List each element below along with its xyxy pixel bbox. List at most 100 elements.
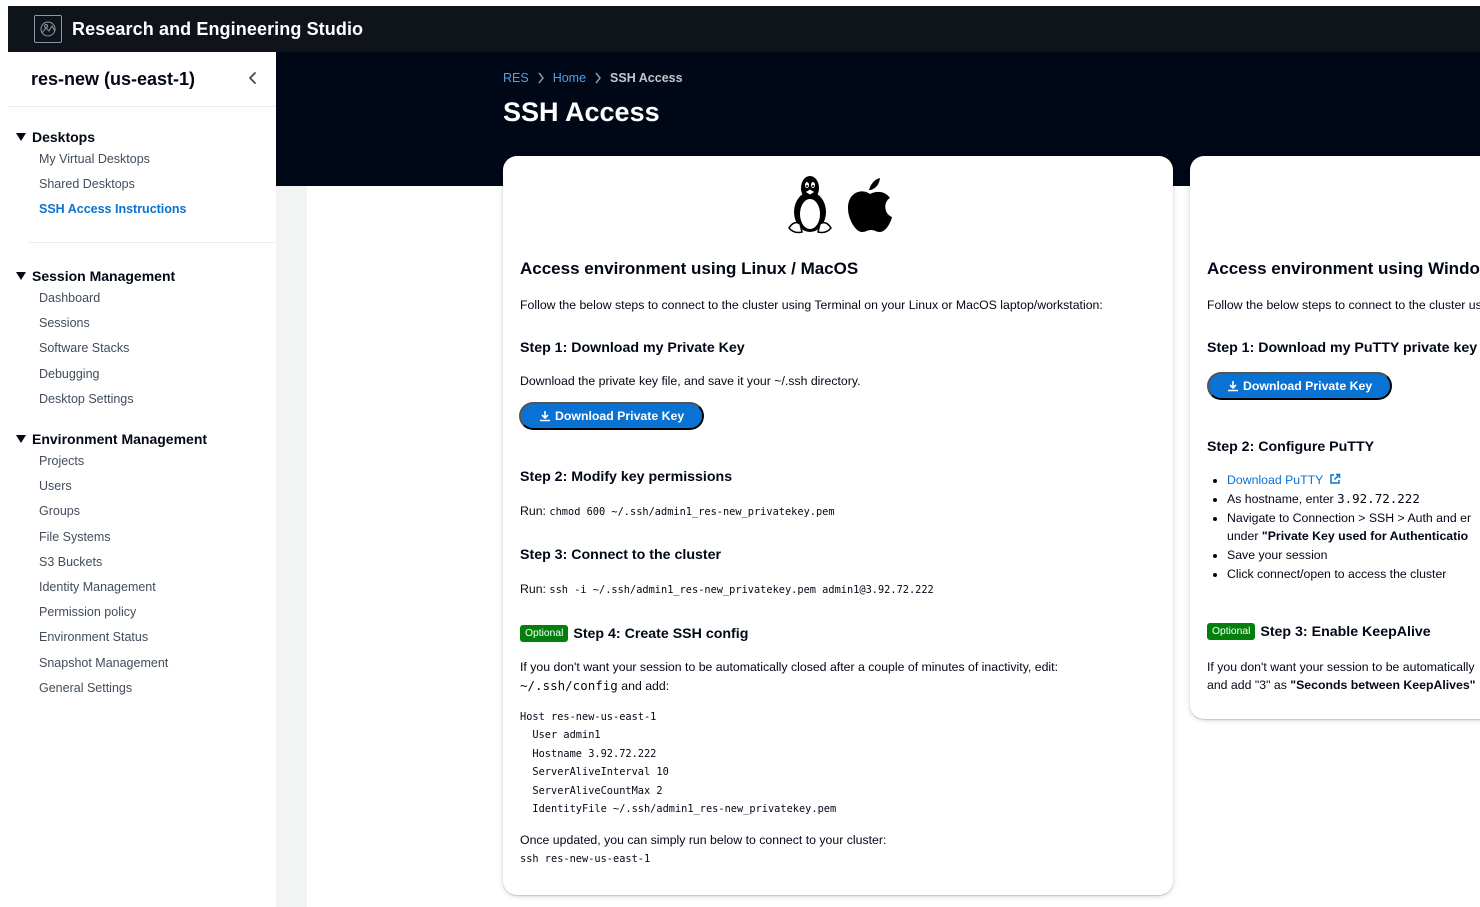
under-bold: "Private Key used for Authenticatio <box>1261 529 1469 544</box>
nav-section-environment-management: Environment Management Projects Users Gr… <box>16 429 266 701</box>
sidebar-item-file-systems[interactable]: File Systems <box>16 525 266 550</box>
linux-step1-title: Step 1: Download my Private Key <box>520 340 745 356</box>
download-button-label: Download Private Key <box>555 409 685 423</box>
linux-step4-title: Optional Step 4: Create SSH config <box>520 625 748 642</box>
step3-title-text: Step 3: Enable KeepAlive <box>1260 623 1431 640</box>
windows-card-intro: Follow the below steps to connect to the… <box>1207 298 1480 312</box>
nav-section-label: Desktops <box>32 129 96 145</box>
download-icon <box>1228 381 1238 392</box>
step4-title-text: Step 4: Create SSH config <box>573 625 749 642</box>
external-link-icon <box>1329 473 1340 484</box>
nav-section-session-management: Session Management Dashboard Sessions So… <box>16 266 266 412</box>
sidebar-header: res-new (us-east-1) <box>8 52 276 107</box>
sidebar-item-sessions[interactable]: Sessions <box>16 311 266 336</box>
ssh-command: ssh -i ~/.ssh/admin1_res-new_privatekey.… <box>549 584 934 596</box>
chevron-right-icon <box>595 72 602 84</box>
keepalive-text: If you don't want your session to be aut… <box>1207 660 1475 674</box>
and-add-text: and add: <box>621 679 670 693</box>
sidebar-item-projects[interactable]: Projects <box>16 449 266 474</box>
linux-step2-command: Run: chmod 600 ~/.ssh/admin1_res-new_pri… <box>520 502 835 521</box>
linux-step4-text: If you don't want your session to be aut… <box>520 660 1059 674</box>
download-private-key-button[interactable]: Download Private Key <box>519 402 705 430</box>
sidebar-item-identity-management[interactable]: Identity Management <box>16 575 266 600</box>
sidebar-item-groups[interactable]: Groups <box>16 499 266 524</box>
linux-step3-title: Step 3: Connect to the cluster <box>520 547 722 563</box>
ssh-config-code-block: Host res-new-us-east-1 User admin1 Hostn… <box>520 708 836 818</box>
list-item: As hostname, enter 3.92.72.222 <box>1227 490 1471 509</box>
keepalive-prefix: and add "3" as <box>1207 678 1287 692</box>
sidebar-item-permission-policy[interactable]: Permission policy <box>16 600 266 625</box>
app-logo-icon[interactable] <box>34 15 62 43</box>
nav-divider <box>29 242 275 243</box>
putty-steps-list: Download PuTTY As hostname, enter 3.92.7… <box>1207 471 1471 584</box>
breadcrumb-current: SSH Access <box>610 71 683 85</box>
chevron-right-icon <box>538 72 544 84</box>
config-line: User admin1 <box>520 729 601 742</box>
sidebar-item-environment-status[interactable]: Environment Status <box>16 625 266 650</box>
linux-card-title: Access environment using Linux / MacOS <box>520 259 859 278</box>
sidebar-item-snapshot-management[interactable]: Snapshot Management <box>16 651 266 676</box>
linux-outro-text: Once updated, you can simply run below t… <box>520 833 887 847</box>
config-line: ServerAliveInterval 10 <box>520 766 669 779</box>
config-line: IdentityFile ~/.ssh/admin1_res-new_priva… <box>520 803 837 816</box>
top-navigation: Research and Engineering Studio <box>8 6 1480 52</box>
download-putty-label: Download PuTTY <box>1227 473 1324 487</box>
linux-macos-card: Access environment using Linux / MacOS F… <box>503 156 1173 895</box>
nav-section-toggle[interactable]: Desktops <box>16 127 266 147</box>
chmod-command: chmod 600 ~/.ssh/admin1_res-new_privatek… <box>549 506 835 518</box>
sidebar-title[interactable]: res-new (us-east-1) <box>31 69 195 90</box>
chevron-left-icon[interactable] <box>245 68 261 88</box>
sidebar-item-desktop-settings[interactable]: Desktop Settings <box>16 387 266 412</box>
download-icon <box>540 411 550 422</box>
sidebar-item-software-stacks[interactable]: Software Stacks <box>16 336 266 361</box>
nav-section-toggle[interactable]: Environment Management <box>16 429 266 449</box>
nav-section-label: Session Management <box>32 268 176 284</box>
caret-down-icon <box>16 272 26 280</box>
list-item: Navigate to Connection > SSH > Auth and … <box>1227 509 1471 547</box>
breadcrumb-res[interactable]: RES <box>503 71 529 85</box>
sidebar-item-general-settings[interactable]: General Settings <box>16 676 266 701</box>
list-item: Download PuTTY <box>1227 471 1471 490</box>
windows-card-title: Access environment using Windo <box>1207 259 1480 278</box>
sidebar-item-ssh-access-instructions[interactable]: SSH Access Instructions <box>16 197 266 222</box>
config-line: Host res-new-us-east-1 <box>520 711 657 723</box>
config-line: Hostname 3.92.72.222 <box>520 747 657 760</box>
download-putty-key-button[interactable]: Download Private Key <box>1207 372 1393 400</box>
linux-step2-title: Step 2: Modify key permissions <box>520 469 733 485</box>
sidebar-item-users[interactable]: Users <box>16 474 266 499</box>
page-title: SSH Access <box>503 97 660 127</box>
linux-step4-path-line: ~/.ssh/config and add: <box>520 677 669 695</box>
sidebar-item-debugging[interactable]: Debugging <box>16 362 266 387</box>
download-button-label: Download Private Key <box>1243 379 1373 393</box>
sidebar-item-shared-desktops[interactable]: Shared Desktops <box>16 172 266 197</box>
under-prefix: under <box>1227 529 1259 544</box>
linux-tux-icon <box>788 176 832 234</box>
ssh-config-path: ~/.ssh/config <box>520 678 618 693</box>
apple-icon <box>848 178 892 232</box>
windows-step1-title: Step 1: Download my PuTTY private key <box>1207 340 1478 356</box>
optional-badge: Optional <box>520 625 569 642</box>
config-line: ServerAliveCountMax 2 <box>520 784 663 797</box>
caret-down-icon <box>16 435 26 443</box>
hostname-value: 3.92.72.222 <box>1337 490 1420 506</box>
sidebar-item-s3-buckets[interactable]: S3 Buckets <box>16 550 266 575</box>
breadcrumb-home[interactable]: Home <box>553 71 586 85</box>
hostname-prefix: As hostname, enter <box>1227 491 1334 506</box>
keepalive-bold: "Seconds between KeepAlives" <box>1290 678 1476 692</box>
list-item: Click connect/open to access the cluster <box>1227 565 1471 584</box>
windows-step3-title: Optional Step 3: Enable KeepAlive <box>1207 623 1431 640</box>
app-title[interactable]: Research and Engineering Studio <box>72 19 363 40</box>
run-label: Run: <box>520 504 546 518</box>
nav-section-desktops: Desktops My Virtual Desktops Shared Desk… <box>16 127 266 223</box>
windows-step2-title: Step 2: Configure PuTTY <box>1207 439 1375 455</box>
download-putty-link[interactable]: Download PuTTY <box>1227 473 1341 487</box>
linux-macos-icons <box>788 176 892 234</box>
ssh-shortcut-command: ssh res-new-us-east-1 <box>520 853 651 865</box>
list-item: Save your session <box>1227 546 1471 565</box>
side-navigation: res-new (us-east-1) Desktops My Virtual … <box>8 52 276 907</box>
nav-section-toggle[interactable]: Session Management <box>16 266 266 286</box>
sidebar-item-dashboard[interactable]: Dashboard <box>16 286 266 311</box>
keepalive-line: and add "3" as "Seconds between KeepAliv… <box>1207 676 1476 694</box>
content-gutter <box>276 186 307 907</box>
sidebar-item-my-virtual-desktops[interactable]: My Virtual Desktops <box>16 147 266 172</box>
